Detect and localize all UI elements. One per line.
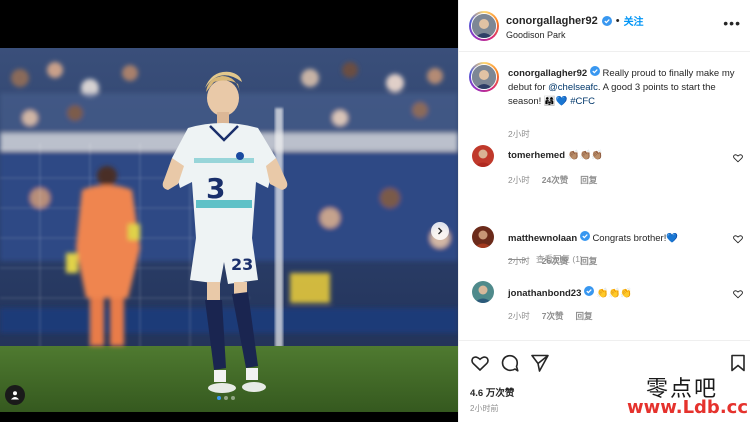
next-photo-button[interactable] — [431, 222, 449, 240]
post-media: 3 23 — [0, 0, 458, 422]
bookmark-icon[interactable] — [729, 354, 747, 372]
football-player-photo: 3 23 — [0, 48, 458, 412]
commenter-avatar-image — [472, 226, 494, 248]
post-timestamp[interactable]: 2小时前 — [470, 403, 498, 414]
comment-text: Congrats brother!💙 — [592, 233, 679, 244]
comment-text: 👏🏽👏🏽👏🏽 — [567, 150, 604, 161]
author-username[interactable]: conorgallagher92 — [506, 15, 598, 27]
commenter-avatar-image — [472, 281, 494, 303]
follow-button[interactable]: 关注 — [624, 13, 644, 28]
comment-reply-button[interactable]: 回复 — [580, 255, 597, 267]
user-tag-icon — [11, 391, 19, 400]
carousel-dot — [231, 396, 235, 400]
caption-text: conorgallagher92 Really proud to finally… — [508, 66, 743, 109]
author-line: conorgallagher92 • 关注 — [506, 13, 644, 29]
share-icon[interactable] — [531, 354, 549, 372]
commenter-avatar-image — [472, 145, 494, 167]
comment-reply-button[interactable]: 回复 — [580, 174, 597, 186]
comment-time[interactable]: 2小时 — [508, 174, 530, 186]
separator-dot: • — [615, 14, 620, 27]
likes-count[interactable]: 4.6 万次赞 — [470, 385, 514, 399]
comment-line: tomerhemed 👏🏽👏🏽👏🏽 — [508, 150, 603, 161]
caption-time[interactable]: 2小时 — [508, 128, 530, 140]
comment-text: 👏👏👏 — [596, 288, 633, 299]
caption-hashtag-link[interactable]: #CFC — [570, 96, 595, 107]
comment-time[interactable]: 2小时 — [508, 255, 530, 267]
comment-likes[interactable]: 7次赞 — [542, 310, 564, 322]
heart-icon[interactable] — [733, 234, 743, 244]
post-location[interactable]: Goodison Park — [506, 30, 566, 40]
comment-likes[interactable]: 26次赞 — [542, 255, 568, 267]
comment-avatar[interactable] — [472, 226, 494, 248]
caption-emoji: 👨‍👩‍👧💙 — [543, 96, 568, 107]
comment-reply-button[interactable]: 回复 — [575, 310, 592, 322]
caption-avatar-image — [472, 65, 496, 89]
caption-avatar[interactable] — [469, 62, 499, 92]
verified-icon — [584, 286, 595, 296]
tagged-users-button[interactable] — [5, 385, 25, 405]
comment-username[interactable]: matthewnolaan — [508, 233, 577, 244]
watermark-url: www.Ldb.cc — [627, 397, 748, 418]
carousel-indicator — [217, 396, 235, 400]
comment-likes[interactable]: 24次赞 — [542, 174, 568, 186]
post-header: conorgallagher92 • 关注 Goodison Park ••• — [459, 0, 750, 52]
comment-avatar[interactable] — [472, 145, 494, 167]
carousel-dot — [224, 396, 228, 400]
verified-icon — [601, 15, 612, 26]
caption-mention-link[interactable]: @chelseafc — [548, 82, 598, 93]
more-icon: ••• — [723, 15, 741, 31]
chevron-right-icon — [438, 227, 443, 235]
heart-icon[interactable] — [471, 354, 489, 372]
heart-icon[interactable] — [733, 153, 743, 163]
svg-text:3: 3 — [206, 172, 225, 205]
verified-icon — [589, 66, 600, 76]
comment-avatar[interactable] — [472, 281, 494, 303]
post-photo[interactable]: 3 23 — [0, 48, 458, 412]
verified-icon — [579, 231, 590, 241]
comment-meta: 2小时 7次赞 回复 — [508, 310, 592, 322]
svg-text:23: 23 — [231, 255, 253, 274]
post-panel: conorgallagher92 • 关注 Goodison Park ••• — [458, 0, 750, 422]
comment-username[interactable]: tomerhemed — [508, 150, 565, 161]
heart-icon[interactable] — [733, 289, 743, 299]
comments-list[interactable]: conorgallagher92 Really proud to finally… — [459, 52, 750, 340]
caption-verified-icon — [589, 66, 603, 79]
comment-username[interactable]: jonathanbond23 — [508, 288, 581, 299]
author-avatar-image — [472, 14, 496, 38]
comment-icon[interactable] — [501, 354, 519, 372]
author-avatar[interactable] — [469, 11, 499, 41]
comment-meta: 2小时 26次赞 回复 — [508, 255, 597, 267]
more-options-button[interactable]: ••• — [723, 15, 741, 31]
comment-line: jonathanbond23 👏👏👏 — [508, 286, 632, 299]
comment-time[interactable]: 2小时 — [508, 310, 530, 322]
carousel-dot-active — [217, 396, 221, 400]
caption-username[interactable]: conorgallagher92 — [508, 68, 587, 79]
comment-meta: 2小时 24次赞 回复 — [508, 174, 597, 186]
comment-line: matthewnolaan Congrats brother!💙 — [508, 231, 678, 244]
